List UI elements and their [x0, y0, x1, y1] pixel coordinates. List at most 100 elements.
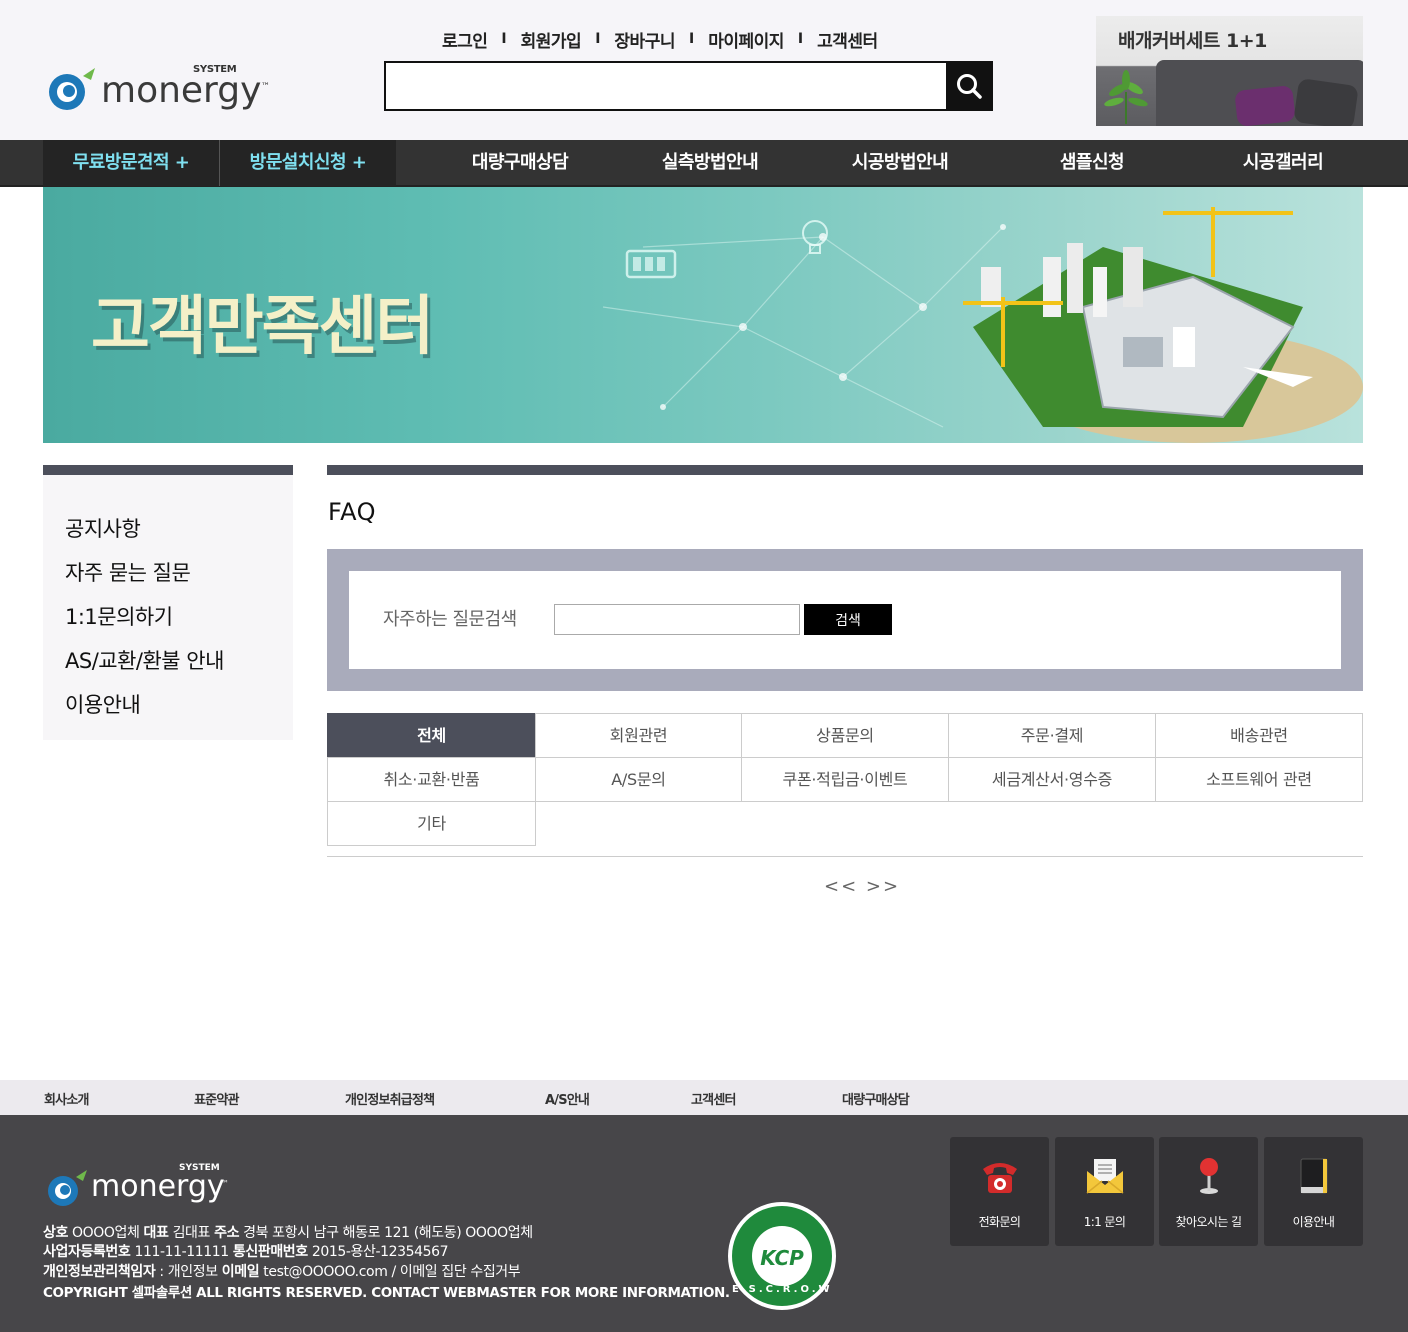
value: : 개인정보 [159, 1264, 218, 1280]
category-all[interactable]: 전체 [327, 713, 536, 758]
envelope-icon [1086, 1159, 1124, 1194]
value: 경북 포항시 남구 해동로 121 (해도동) OOOO업체 [243, 1225, 533, 1241]
quick-directions[interactable]: 찾아오시는 길 [1159, 1137, 1258, 1246]
quick-label: 찾아오시는 길 [1175, 1215, 1242, 1229]
kcp-text: KCP [760, 1246, 804, 1270]
sidebar-item-inquiry[interactable]: 1:1문의하기 [65, 599, 224, 643]
header: SYSTEM monergy ™ 로그인 I 회원가입 I 장바구니 I 마이페… [0, 0, 1408, 140]
quick-phone[interactable]: 전화문의 [950, 1137, 1049, 1246]
kcp-escrow-badge[interactable]: KCP E.S.C.R.O.W [728, 1202, 836, 1310]
faq-search-inner: 자주하는 질문검색 검색 [349, 571, 1341, 669]
customer-center-link[interactable]: 고객센터 [803, 27, 892, 52]
logo-tm: ™ [261, 82, 270, 92]
sidebar-item-notice[interactable]: 공지사항 [65, 511, 224, 555]
promo-text: 배개커버세트 1+1 [1118, 30, 1267, 52]
category-shipping[interactable]: 배송관련 [1155, 713, 1363, 758]
nav-item-visit-install[interactable]: 방문설치신청 + [220, 140, 396, 186]
divider [327, 856, 1363, 857]
promo-cushion-image [1234, 85, 1296, 126]
promo-cushion-image [1293, 78, 1359, 126]
faq-search-panel: 자주하는 질문검색 검색 [327, 549, 1363, 691]
footer-logo-tm: ™ [221, 1179, 229, 1188]
footer-link-company[interactable]: 회사소개 [44, 1089, 89, 1108]
category-coupon-event[interactable]: 쿠폰·적립금·이벤트 [741, 757, 949, 802]
sidebar-item-guide[interactable]: 이용안내 [65, 687, 224, 731]
pagination[interactable]: << >> [824, 876, 900, 897]
logo-mark-icon [48, 1170, 87, 1206]
category-software[interactable]: 소프트웨어 관련 [1155, 757, 1363, 802]
nav-item-free-visit-estimate[interactable]: 무료방문견적 + [43, 140, 219, 186]
signup-link[interactable]: 회원가입 [507, 27, 596, 52]
value: test@OOOOO.com / 이메일 집단 수집거부 [263, 1264, 521, 1280]
footer-copyright: COPYRIGHT 셀파솔루션 ALL RIGHTS RESERVED. CON… [43, 1285, 730, 1301]
nav-item-bulk-purchase[interactable]: 대량구매상담 [420, 140, 620, 186]
footer-logo: SYSTEM monergy ™ [45, 1163, 245, 1207]
search-icon [957, 74, 982, 99]
telephone-icon [983, 1163, 1017, 1193]
label: 상호 [43, 1225, 68, 1241]
kcp-inner: KCP [752, 1226, 812, 1286]
logo[interactable]: SYSTEM monergy ™ [45, 62, 275, 114]
quick-label: 이용안내 [1292, 1215, 1335, 1229]
search-button[interactable] [946, 63, 991, 109]
quick-guide[interactable]: 이용안내 [1264, 1137, 1363, 1246]
category-as[interactable]: A/S문의 [535, 757, 742, 802]
label: 대표 [143, 1225, 169, 1241]
login-link[interactable]: 로그인 [428, 27, 501, 52]
faq-search-button[interactable]: 검색 [804, 604, 892, 635]
sidebar: 공지사항 자주 묻는 질문 1:1문의하기 AS/교환/환불 안내 이용안내 [43, 465, 293, 740]
footer-logo-wordmark: monergy [91, 1169, 225, 1204]
label: 주소 [214, 1225, 240, 1241]
label: 개인정보관리책임자 [43, 1264, 156, 1280]
map-pin-icon [1200, 1158, 1218, 1194]
logo-wordmark: monergy [101, 70, 262, 111]
promo-banner[interactable]: 배개커버세트 1+1 [1096, 16, 1363, 126]
plant-icon [1104, 70, 1148, 124]
faq-search-label: 자주하는 질문검색 [383, 609, 517, 630]
content-top-bar [327, 465, 1363, 475]
page-title: FAQ [328, 498, 376, 526]
search-box [384, 61, 993, 111]
nav-item-gallery[interactable]: 시공갤러리 [1183, 140, 1383, 186]
value: 111-11-11111 [134, 1244, 229, 1260]
faq-search-input[interactable] [554, 604, 800, 635]
nav-item-install-guide[interactable]: 시공방법안내 [800, 140, 1000, 186]
footer-link-terms[interactable]: 표준약관 [194, 1089, 239, 1108]
category-cancel-return[interactable]: 취소·교환·반품 [327, 757, 536, 802]
quick-inquiry[interactable]: 1:1 문의 [1055, 1137, 1154, 1246]
cart-link[interactable]: 장바구니 [600, 27, 689, 52]
footer-links: 회사소개 표준약관 개인정보취급정책 A/S안내 고객센터 대량구매상담 [0, 1080, 1408, 1115]
main-nav: 무료방문견적 + 방문설치신청 + 대량구매상담 실측방법안내 시공방법안내 샘… [0, 140, 1408, 187]
quick-label: 1:1 문의 [1083, 1215, 1126, 1229]
sidebar-item-as-refund[interactable]: AS/교환/환불 안내 [65, 643, 224, 687]
category-member[interactable]: 회원관련 [535, 713, 742, 758]
kcp-ring: KCP E.S.C.R.O.W [732, 1206, 832, 1306]
footer-link-bulk[interactable]: 대량구매상담 [842, 1089, 910, 1108]
footer-link-as[interactable]: A/S안내 [545, 1089, 590, 1108]
nav-item-measure-guide[interactable]: 실측방법안내 [610, 140, 810, 186]
label: 통신판매번호 [232, 1244, 308, 1260]
sidebar-item-faq[interactable]: 자주 묻는 질문 [65, 555, 224, 599]
category-tax-receipt[interactable]: 세금계산서·영수증 [948, 757, 1156, 802]
label: 사업자등록번호 [43, 1244, 131, 1260]
value: OOOO업체 [72, 1225, 140, 1241]
book-icon [1300, 1158, 1328, 1194]
category-etc[interactable]: 기타 [327, 801, 536, 846]
category-product[interactable]: 상품문의 [741, 713, 949, 758]
footer: SYSTEM monergy ™ 상호 OOOO업체 대표 김대표 주소 경북 … [0, 1115, 1408, 1332]
footer-privacy-line: 개인정보관리책임자 : 개인정보 이메일 test@OOOOO.com / 이메… [43, 1261, 521, 1281]
top-links: 로그인 I 회원가입 I 장바구니 I 마이페이지 I 고객센터 [428, 26, 892, 52]
value: 2015-용산-12354567 [311, 1244, 449, 1260]
banner-title: 고객만족센터 [91, 290, 434, 364]
footer-company-line: 상호 OOOO업체 대표 김대표 주소 경북 포항시 남구 해동로 121 (해… [43, 1222, 533, 1242]
mypage-link[interactable]: 마이페이지 [694, 27, 798, 52]
footer-registration-line: 사업자등록번호 111-11-11111 통신판매번호 2015-용산-1235… [43, 1241, 449, 1261]
category-order-payment[interactable]: 주문·결제 [948, 713, 1156, 758]
footer-link-privacy[interactable]: 개인정보취급정책 [345, 1089, 435, 1108]
search-input[interactable] [386, 63, 948, 109]
logo-mark-icon [49, 68, 95, 110]
hero-banner: 고객만족센터 [43, 187, 1363, 443]
footer-link-customer-center[interactable]: 고객센터 [691, 1089, 736, 1108]
kcp-escrow-text: E.S.C.R.O.W [732, 1284, 833, 1295]
nav-item-sample-request[interactable]: 샘플신청 [992, 140, 1192, 186]
